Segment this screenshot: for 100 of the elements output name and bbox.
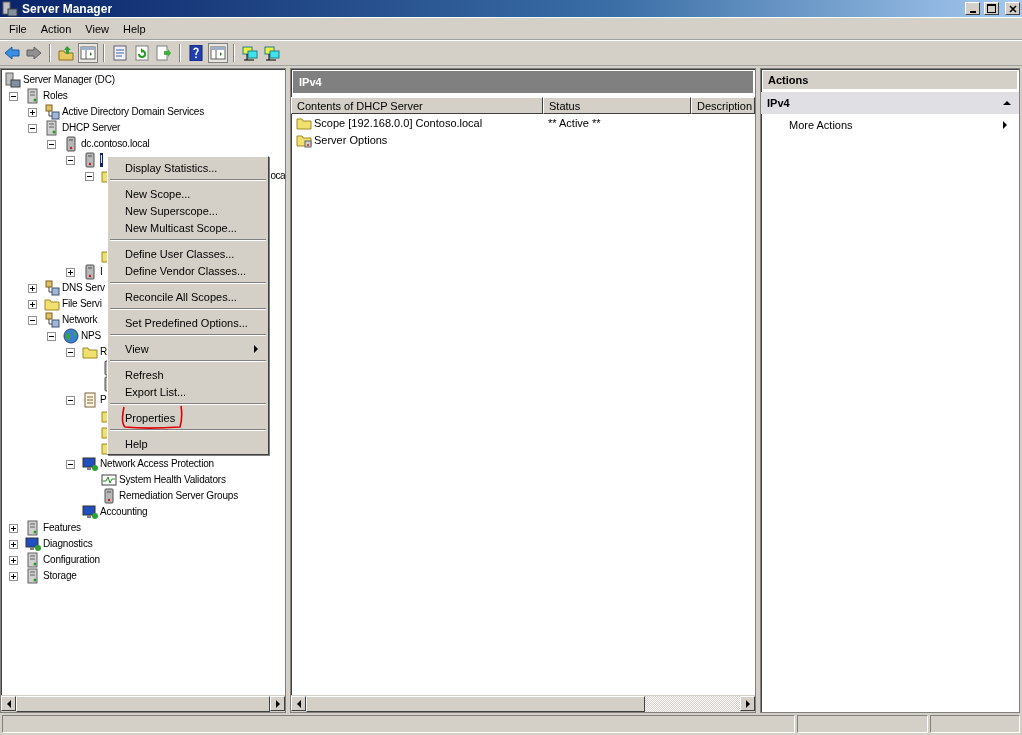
tree-item[interactable]: R <box>100 345 108 359</box>
collapse-icon[interactable] <box>28 123 37 133</box>
list-item[interactable]: Server Options <box>314 133 388 146</box>
tree-item[interactable]: Features <box>43 521 81 535</box>
tree-item[interactable]: Server Manager (DC) <box>23 73 115 87</box>
tree-item[interactable]: NPS <box>81 329 101 343</box>
actions-section[interactable]: IPv4 <box>761 92 1019 114</box>
expand-icon[interactable] <box>9 539 18 549</box>
expand-icon[interactable] <box>28 107 37 117</box>
expand-icon[interactable] <box>9 555 18 565</box>
tree-item[interactable]: Network Access Protection <box>100 457 214 471</box>
tree-item[interactable]: DHCP Server <box>62 121 121 135</box>
pane-title: IPv4 <box>293 71 753 93</box>
tree-item[interactable]: Remediation Server Groups <box>119 489 238 503</box>
collapse-icon[interactable] <box>66 347 75 357</box>
tree-item[interactable]: Accounting <box>100 505 148 519</box>
toolbar-button[interactable] <box>240 43 260 63</box>
folder-icon <box>82 344 98 360</box>
tree-item[interactable]: System Health Validators <box>119 473 226 487</box>
horizontal-scrollbar[interactable] <box>291 695 755 712</box>
menu-item[interactable]: Display Statistics... <box>108 159 268 176</box>
forward-arrow-icon <box>26 45 42 61</box>
monitor-icon <box>82 456 98 472</box>
submenu-arrow-icon <box>1001 121 1009 129</box>
action-link[interactable]: More Actions <box>761 114 1019 136</box>
server-tower-icon <box>101 488 117 504</box>
tree-item[interactable]: File Servi <box>62 297 102 311</box>
menu-item[interactable]: New Scope... <box>108 185 268 202</box>
globe-icon <box>63 328 79 344</box>
collapse-icon[interactable] <box>47 139 56 149</box>
collapse-icon[interactable] <box>66 395 75 405</box>
minimize-icon <box>969 10 976 13</box>
toolbar-button[interactable] <box>262 43 282 63</box>
scroll-right-icon <box>743 699 752 708</box>
close-icon <box>1008 4 1017 13</box>
menu-item[interactable]: Set Predefined Options... <box>108 314 268 331</box>
tree-item[interactable]: dc.contoso.local <box>81 137 150 151</box>
maximize-button[interactable] <box>984 2 999 15</box>
table-cell-text: ** Active ** <box>547 116 602 129</box>
help-icon <box>188 45 204 61</box>
expand-icon[interactable] <box>9 523 18 533</box>
actions-header: Actions <box>763 71 1017 89</box>
tree-item[interactable]: oca <box>270 169 285 183</box>
menu-item[interactable]: Export List... <box>108 383 268 400</box>
server-tower-icon <box>82 264 98 280</box>
scroll-right-icon <box>273 699 282 708</box>
tree-item[interactable]: Active Directory Domain Services <box>62 105 204 119</box>
menu-item[interactable]: New Superscope... <box>108 202 268 219</box>
tree-item[interactable]: Network <box>62 313 98 327</box>
tree-item[interactable]: Diagnostics <box>43 537 93 551</box>
tree-item[interactable]: Storage <box>43 569 77 583</box>
menu-item[interactable]: Help <box>108 435 268 452</box>
menu-item[interactable]: New Multicast Scope... <box>108 219 268 236</box>
menu-item[interactable]: Action <box>33 22 79 35</box>
column-header[interactable]: Description <box>691 97 755 114</box>
menu-item[interactable]: Help <box>115 22 153 35</box>
tree-item[interactable]: P <box>100 393 107 407</box>
menu-item[interactable]: File <box>2 22 34 35</box>
menu-item[interactable]: Reconcile All Scopes... <box>108 288 268 305</box>
collapse-icon[interactable] <box>85 171 94 181</box>
collapse-icon[interactable] <box>66 155 75 165</box>
toolbar-button[interactable] <box>186 43 206 63</box>
horizontal-scrollbar[interactable] <box>1 695 285 712</box>
network-icon <box>44 104 60 120</box>
collapse-icon[interactable] <box>66 459 75 469</box>
close-button[interactable] <box>1005 2 1020 15</box>
pane-toggle-icon <box>80 45 96 61</box>
expand-icon[interactable] <box>66 267 75 277</box>
server-tower-icon <box>63 136 79 152</box>
server-tower-icon <box>82 152 98 168</box>
expand-icon[interactable] <box>28 299 37 309</box>
menu-item[interactable]: View <box>78 22 116 35</box>
menu-item[interactable]: Properties <box>108 409 268 426</box>
tree-item[interactable]: I <box>100 153 103 167</box>
menu-item[interactable]: View <box>108 340 268 357</box>
collapse-icon[interactable] <box>9 91 18 101</box>
server-icon <box>25 520 41 536</box>
expand-icon[interactable] <box>28 283 37 293</box>
refresh-icon <box>134 45 150 61</box>
back-arrow-icon <box>4 45 20 61</box>
column-header[interactable]: Contents of DHCP Server <box>291 97 543 114</box>
tree-item[interactable]: Configuration <box>43 553 100 567</box>
server-icon <box>25 88 41 104</box>
expand-icon[interactable] <box>9 571 18 581</box>
server-icon <box>25 568 41 584</box>
tree-item[interactable]: DNS Serv <box>62 281 105 295</box>
menu-item[interactable]: Define Vendor Classes... <box>108 262 268 279</box>
menu-item[interactable]: Define User Classes... <box>108 245 268 262</box>
tree-item[interactable]: Roles <box>43 89 68 103</box>
collapse-icon[interactable] <box>28 315 37 325</box>
collapse-icon[interactable] <box>47 331 56 341</box>
server-icon <box>44 120 60 136</box>
network-icon <box>44 280 60 296</box>
menu-item[interactable]: Refresh <box>108 366 268 383</box>
list-item[interactable]: Scope [192.168.0.0] Contoso.local <box>314 116 483 129</box>
minimize-button[interactable] <box>965 2 980 15</box>
tree-item[interactable]: I <box>100 265 103 279</box>
column-header[interactable]: Status <box>543 97 691 114</box>
document-icon <box>82 392 98 408</box>
network-computers-icon <box>242 45 258 61</box>
